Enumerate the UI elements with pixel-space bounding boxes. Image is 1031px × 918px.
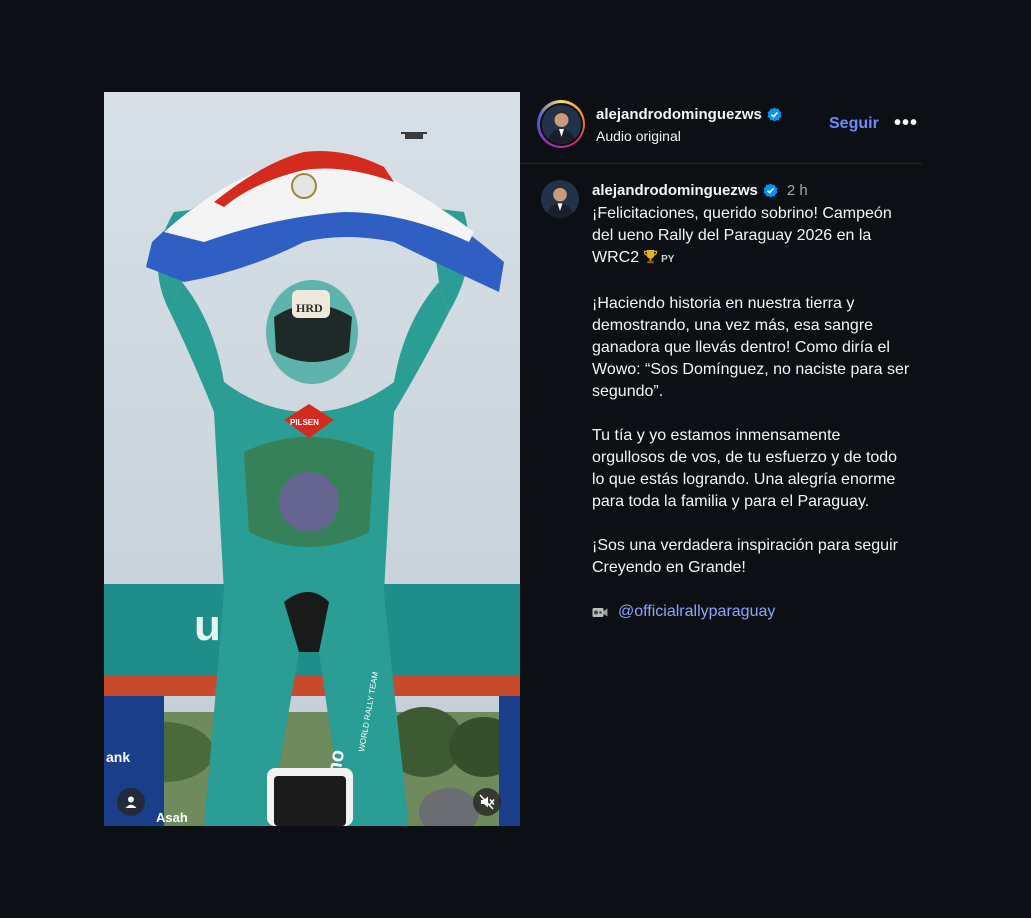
- post-side-panel: alejandrodominguezws Audio original Segu…: [520, 92, 922, 826]
- avatar-image: [541, 180, 579, 218]
- verified-badge-icon: [763, 183, 778, 198]
- avatar[interactable]: [541, 104, 581, 144]
- caption-username[interactable]: alejandrodominguezws: [592, 182, 758, 199]
- caption-paragraph-2: ¡Haciendo historia en nuestra tierra y d…: [592, 295, 910, 400]
- user-icon: [125, 796, 137, 808]
- story-ring[interactable]: [537, 100, 585, 148]
- banner-left-text: ank: [106, 749, 130, 765]
- audio-label[interactable]: Audio original: [596, 128, 681, 144]
- follow-button[interactable]: Seguir: [829, 115, 879, 133]
- post-header: alejandrodominguezws Audio original Segu…: [520, 92, 922, 164]
- caption-paragraph-3: Tu tía y yo estamos inmensamente orgullo…: [592, 427, 898, 510]
- video-frame: u ank ank Asah PILSEN ueno WORLD RALLY T…: [104, 92, 520, 826]
- helmet-text: HRD: [296, 301, 323, 315]
- banner-bottom-text: Asah: [156, 810, 188, 825]
- caption-text: ¡Felicitaciones, querido sobrino! Campeó…: [592, 203, 912, 623]
- muted-speaker-icon: [479, 794, 495, 810]
- mention-link[interactable]: @officialrallyparaguay: [618, 601, 775, 623]
- caption-avatar[interactable]: [541, 180, 579, 218]
- suit-logo-text: PILSEN: [290, 418, 319, 427]
- avatar-image: [541, 104, 581, 144]
- mute-toggle-button[interactable]: [473, 788, 501, 816]
- video-camera-icon: [592, 608, 608, 617]
- post-timestamp[interactable]: 2 h: [787, 182, 808, 199]
- flag-py-label: PY: [661, 254, 675, 265]
- post-video[interactable]: u ank ank Asah PILSEN ueno WORLD RALLY T…: [104, 92, 520, 826]
- verified-badge-icon: [767, 107, 782, 122]
- caption-paragraph-1: ¡Felicitaciones, querido sobrino! Campeó…: [592, 205, 892, 266]
- caption-paragraph-4: ¡Sos una verdadera inspiración para segu…: [592, 537, 898, 576]
- tagged-users-button[interactable]: [117, 788, 145, 816]
- trophy-icon: [643, 249, 658, 264]
- more-options-button[interactable]: •••: [894, 113, 918, 133]
- header-username[interactable]: alejandrodominguezws: [596, 106, 762, 123]
